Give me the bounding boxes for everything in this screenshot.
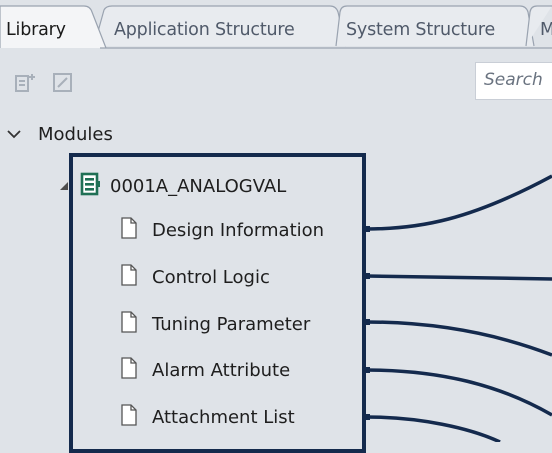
tab-bar: Library Application Structure System Str… [0,0,552,50]
search-input[interactable]: Search [475,62,552,100]
tab-application-structure[interactable]: Application Structure [114,20,295,40]
connector-line [365,274,552,281]
highlight-box [69,153,366,453]
connector-line [365,368,552,417]
connector-line [365,415,501,442]
edit-icon[interactable] [52,72,74,98]
tab-library[interactable]: Library [6,20,66,40]
add-module-icon[interactable] [14,72,38,98]
toolbar [0,62,552,102]
tree-label-modules: Modules [38,123,113,145]
connector-line [365,174,552,231]
chevron-down-icon[interactable] [6,125,32,144]
tab-system-structure[interactable]: System Structure [346,20,495,40]
tree-node-modules[interactable]: Modules [6,118,113,150]
connector-line [365,320,552,357]
tab-more[interactable]: M [540,20,552,40]
